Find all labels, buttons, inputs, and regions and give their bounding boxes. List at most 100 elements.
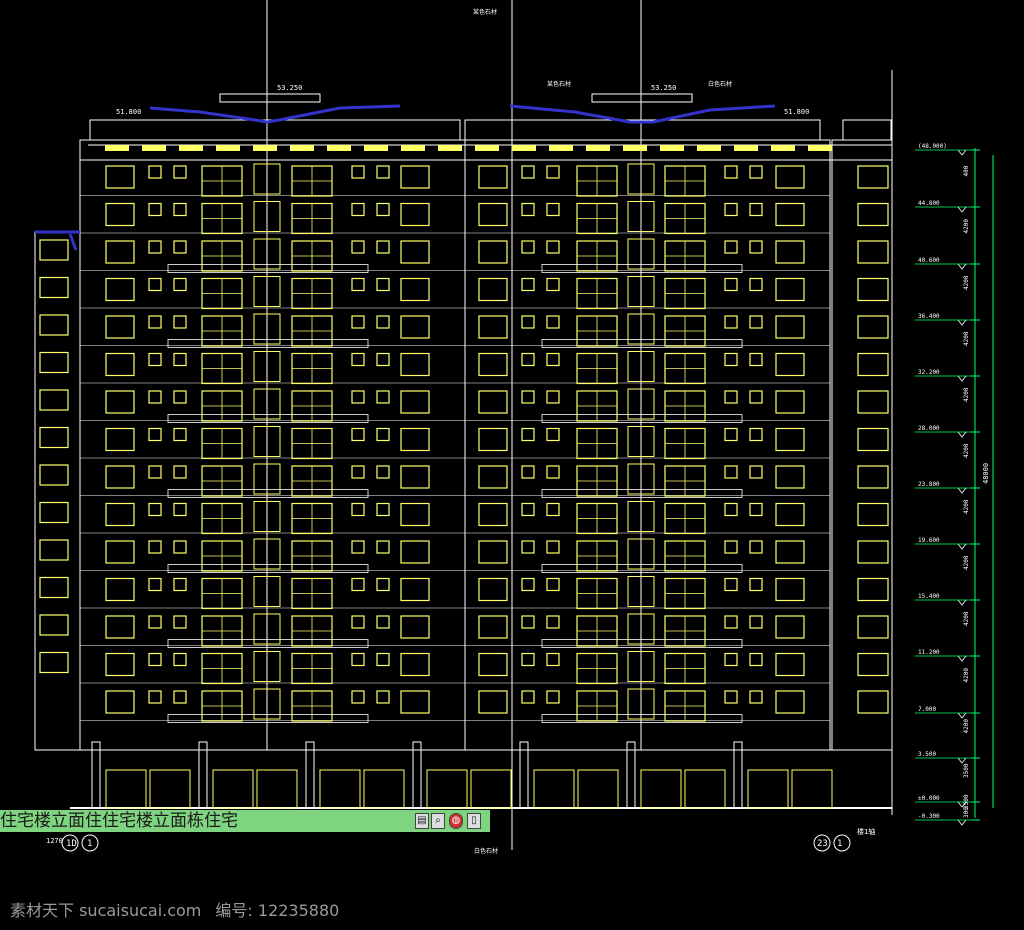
window	[546, 465, 560, 479]
shop-window	[747, 769, 789, 809]
watermark-site: 素材天下 sucaisucai.com	[10, 901, 202, 920]
window	[546, 165, 560, 179]
level-mark: 44.800	[918, 200, 940, 207]
parapet-block	[808, 145, 832, 151]
level-triangle	[957, 757, 967, 764]
pillar	[733, 741, 743, 809]
window	[546, 540, 560, 554]
level-mark: 28.000	[918, 425, 940, 432]
window	[521, 577, 535, 592]
window	[173, 577, 187, 592]
window	[105, 465, 135, 489]
left-wing-window	[39, 276, 69, 299]
print-icon[interactable]: ▤	[415, 813, 429, 829]
window	[724, 352, 738, 367]
window	[351, 652, 365, 667]
dimension-span: 4200	[963, 331, 970, 346]
window	[376, 315, 390, 329]
window	[775, 427, 805, 452]
wing-window	[857, 427, 889, 452]
window	[478, 427, 508, 452]
parapet-block	[475, 145, 499, 151]
window	[724, 240, 738, 254]
wing-window	[857, 615, 889, 639]
drawing-tab-title[interactable]: 住宅楼立面住住宅楼立面栋住宅	[0, 810, 238, 832]
dimension-span: 3500	[963, 763, 970, 778]
page-icon[interactable]: ▯	[467, 813, 481, 829]
zoom-icon[interactable]: ⌕	[431, 813, 445, 829]
window	[546, 502, 560, 517]
dimension-span: 4200	[963, 668, 970, 683]
window	[105, 577, 135, 602]
window	[105, 690, 135, 714]
axis-right-num: 1	[837, 839, 842, 849]
level-mark: 40.600	[918, 257, 940, 264]
wing-window	[857, 540, 889, 564]
window	[749, 352, 763, 367]
dimension-span: 4200	[963, 719, 970, 734]
window	[546, 240, 560, 254]
parapet-block	[771, 145, 795, 151]
dimension-span: 4200	[963, 219, 970, 234]
window	[478, 652, 508, 677]
window	[173, 690, 187, 704]
level-triangle	[957, 655, 967, 662]
shop-window	[105, 769, 147, 809]
window	[724, 652, 738, 667]
window	[775, 352, 805, 377]
parapet-block	[253, 145, 277, 151]
window	[546, 315, 560, 329]
level-mark: 11.200	[918, 649, 940, 656]
left-wing-window	[39, 239, 69, 261]
wing-window	[857, 690, 889, 714]
window	[105, 315, 135, 339]
window	[775, 277, 805, 302]
window	[351, 427, 365, 442]
watermark: 素材天下 sucaisucai.com 编号: 12235880	[10, 897, 339, 921]
level-mark: ±0.000	[918, 795, 940, 802]
window	[148, 165, 162, 179]
window	[351, 615, 365, 629]
window	[105, 240, 135, 264]
window	[749, 165, 763, 179]
window	[546, 352, 560, 367]
level-mark: 3.500	[918, 751, 936, 758]
window	[521, 427, 535, 442]
window	[775, 652, 805, 677]
wing-window	[857, 315, 889, 339]
level-triangle	[957, 712, 967, 719]
level-mark: 23.800	[918, 481, 940, 488]
level-triangle	[957, 487, 967, 494]
window	[173, 240, 187, 254]
window	[749, 577, 763, 592]
parapet-block	[549, 145, 573, 151]
window	[521, 390, 535, 404]
dimension-span: 4200	[963, 555, 970, 570]
window	[173, 352, 187, 367]
drawing-tab-bar[interactable]: 住宅楼立面住住宅楼立面栋住宅 ▤ ⌕ ◍ ▯	[0, 810, 490, 832]
left-wing-window	[39, 464, 69, 486]
shop-window	[577, 769, 619, 809]
parapet-block	[179, 145, 203, 151]
window	[400, 315, 430, 339]
window	[351, 202, 365, 217]
window	[148, 390, 162, 404]
globe-icon[interactable]: ◍	[449, 813, 463, 829]
dimension-span: 4200	[963, 611, 970, 626]
window	[351, 540, 365, 554]
window	[775, 502, 805, 527]
window	[749, 240, 763, 254]
dimension-span: 300	[963, 807, 970, 818]
window	[148, 615, 162, 629]
pillar	[198, 741, 208, 809]
window	[775, 540, 805, 564]
window	[775, 315, 805, 339]
level-triangle	[957, 375, 967, 382]
roof-canopy-left	[219, 93, 321, 103]
shop-window	[363, 769, 405, 809]
window	[351, 352, 365, 367]
note-right-2: 白色石材	[708, 80, 732, 88]
window	[724, 615, 738, 629]
pillar	[91, 741, 101, 809]
level-triangle	[957, 599, 967, 606]
